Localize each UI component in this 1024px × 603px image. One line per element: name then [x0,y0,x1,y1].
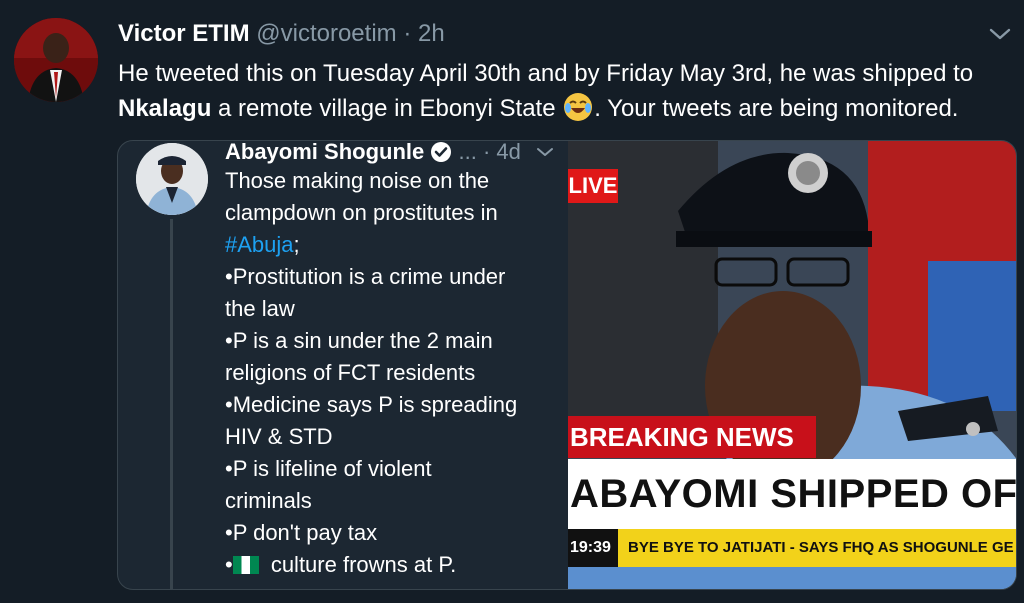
quoted-line: #Abuja; [225,229,555,261]
quoted-line: Those making noise on the [225,168,490,193]
author-avatar[interactable] [14,18,98,102]
quoted-line-text: culture frowns at P. [264,552,457,577]
quoted-line: the law [225,296,295,321]
quoted-line: •P is a sin under the 2 main [225,328,493,353]
news-ticker: 19:39 BYE BYE TO JATIJATI - SAYS FHQ AS … [568,529,1016,567]
quoted-line-text: ; [293,232,300,257]
quoted-more-ellipsis: ... [458,140,477,164]
quoted-line: •P is lifeline of violent [225,456,432,481]
tweet-header: Victor ETIM @victoroetim · 2h [118,20,445,48]
tweet-menu-button[interactable] [988,26,1012,47]
ticker-text: BYE BYE TO JATIJATI - SAYS FHQ AS SHOGUN… [628,539,1014,556]
chevron-down-icon [537,148,553,156]
ticker-time: 19:39 [568,529,618,567]
news-headline: ABAYOMI SHIPPED OFF [568,459,1016,529]
author-name[interactable]: Victor ETIM [118,20,250,47]
thread-line [170,219,173,589]
live-badge: LIVE [568,169,618,203]
quoted-line: clampdown on prostitutes in [225,200,498,225]
tweet-text-part3: . Your tweets are being monitored. [594,95,959,122]
quoted-tweet-text: Those making noise on the clampdown on p… [225,165,555,581]
quoted-tweet-card[interactable]: Abayomi Shogunle ... · 4d Those making n… [117,140,1017,590]
quoted-separator: · [482,140,491,164]
nigeria-flag-icon [232,556,259,574]
tweet-text-part2: a remote village in Ebonyi State [211,95,563,122]
quoted-line: •P don't pay tax [225,520,378,545]
quoted-line: HIV & STD [225,424,333,449]
header-separator: · [403,20,412,47]
breaking-news-label: BREAKING NEWS [568,416,816,458]
quoted-timestamp[interactable]: 4d [496,141,520,164]
quoted-author-name[interactable]: Abayomi Shogunle [225,141,424,164]
bullet: • [225,552,233,577]
tears-of-joy-emoji-icon [564,93,593,121]
quoted-line: criminals [225,488,312,513]
uniform-strip [568,567,1016,589]
chevron-down-icon [989,28,1011,40]
tweet-text: He tweeted this on Tuesday April 30th an… [118,56,1018,126]
news-photo[interactable]: LIVE BREAKING NEWS ABAYOMI SHIPPED OFF 1… [568,141,1016,589]
quoted-line: •Medicine says P is spreading [225,392,518,417]
quoted-author-avatar[interactable] [136,143,208,215]
quoted-line: •Prostitution is a crime under [225,264,506,289]
quoted-line: religions of FCT residents [225,360,476,385]
quoted-line: • culture frowns at P. [225,549,555,581]
quoted-menu-button[interactable] [536,145,554,163]
author-avatar-image [14,18,98,102]
hashtag-link[interactable]: #Abuja [225,232,294,257]
tweet-text-part1: He tweeted this on Tuesday April 30th an… [118,60,974,87]
quoted-tweet-header: Abayomi Shogunle ... · 4d [225,140,521,165]
verified-badge-icon [430,141,452,163]
quoted-avatar-image [136,143,208,215]
tweet-timestamp[interactable]: 2h [418,20,445,47]
author-handle[interactable]: @victoroetim [256,20,396,47]
tweet-text-bold: Nkalagu [118,95,212,122]
